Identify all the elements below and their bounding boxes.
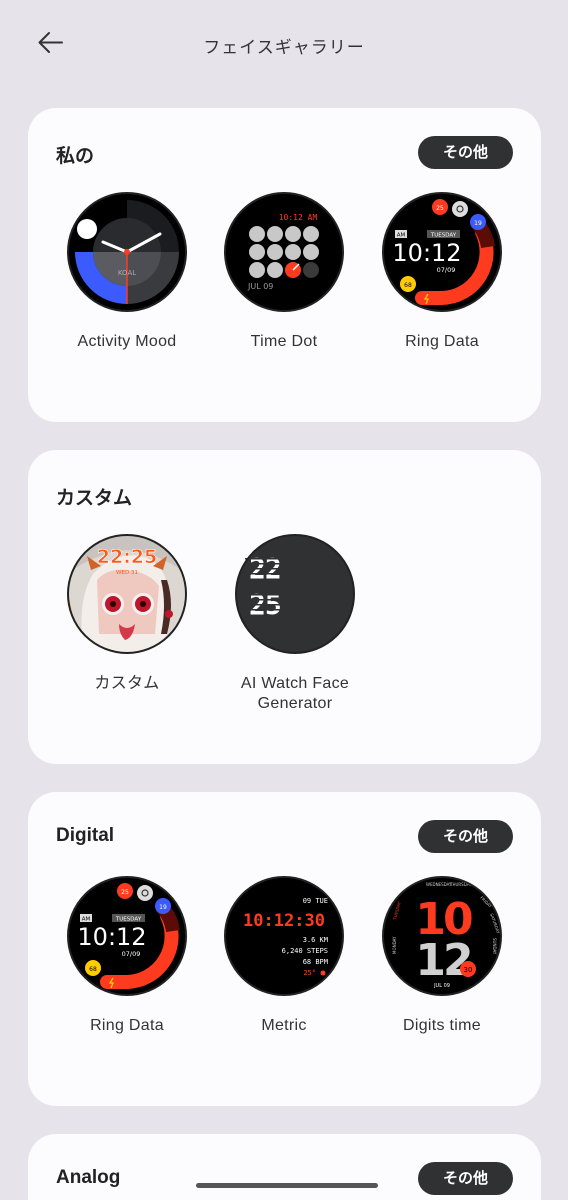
face-label: Activity Mood [77, 333, 177, 350]
watch-face-preview: 22 25 [235, 534, 355, 654]
watch-face-preview: 25 19 AM TUESDAY 10:12 07/09 68 [67, 876, 187, 996]
face-temperature: 25° [303, 969, 316, 977]
home-indicator[interactable] [196, 1183, 378, 1188]
section-title: カスタム [56, 488, 133, 509]
face-date: 07/09 [437, 266, 456, 274]
section-title: Digital [56, 825, 115, 846]
face-date: WED 31 [116, 570, 138, 576]
watch-face-activity-mood[interactable]: KOAL Activity Mood [52, 192, 202, 352]
face-label: Ring Data [405, 333, 479, 350]
face-steps: 6,240 STEPS [282, 947, 328, 955]
watch-face-preview: 25 19 AM TUESDAY 10:12 07/09 68 [382, 192, 502, 312]
face-distance: 3.6 KM [303, 936, 328, 944]
face-time: 10:12 AM [279, 213, 318, 222]
section-custom: カスタム 22:25 WED 31 カスタム 22 25 AI Watch Fa… [28, 450, 541, 764]
face-stat: 68 [89, 966, 97, 973]
watch-face-custom[interactable]: 22:25 WED 31 カスタム [52, 534, 202, 694]
face-stat: 19 [159, 904, 167, 911]
watch-face-preview: KOAL [67, 192, 187, 312]
page-title: フェイスギャラリー [203, 38, 365, 57]
face-day: TUESDAY [430, 233, 457, 239]
face-label: Ring Data [90, 1017, 164, 1034]
face-minutes: 12 [415, 935, 470, 986]
watch-face-time-dot[interactable]: 10:12 AM JUL 09 Time Dot [209, 192, 359, 352]
face-label: Digits time [403, 1017, 481, 1034]
face-label: カスタム [94, 675, 160, 692]
face-time: 10:12 [77, 923, 146, 951]
face-label-line1: AI Watch Face [240, 675, 350, 692]
watch-face-metric[interactable]: 09 TUE 10:12:30 3.6 KM 6,240 STEPS 68 BP… [209, 876, 359, 1036]
section-analog: Analog その他 [28, 1134, 541, 1200]
watch-face-ring-data[interactable]: 25 19 AM TUESDAY 10:12 07/09 68 Ring Dat… [52, 876, 202, 1036]
more-button[interactable]: その他 [418, 136, 513, 169]
watch-face-preview: 22:25 WED 31 [67, 534, 187, 654]
face-label: Metric [261, 1017, 307, 1034]
section-title: Analog [56, 1167, 121, 1188]
face-label-line2: Generator [257, 695, 333, 712]
face-day: TUESDAY [115, 917, 142, 923]
face-stat: 25 [436, 205, 444, 212]
watch-face-digits-time[interactable]: 10 12 30 JUL 09 WEDNESDAY THURSDAY TUESD… [367, 876, 517, 1036]
section-mine: 私の その他 KOAL Activity Mood 10:12 AM JUL 0… [28, 108, 541, 422]
more-button[interactable]: その他 [418, 1162, 513, 1195]
face-date: 07/09 [122, 950, 141, 958]
face-ampm: AM [397, 233, 406, 239]
face-brand-text: KOAL [118, 269, 136, 277]
face-date: JUL 09 [433, 983, 450, 989]
face-ampm: AM [82, 917, 91, 923]
section-digital: Digital その他 25 19 AM TUESDAY 10:12 07/09… [28, 792, 541, 1106]
watch-face-preview: 10:12 AM JUL 09 [224, 192, 344, 312]
watch-face-preview: 09 TUE 10:12:30 3.6 KM 6,240 STEPS 68 BP… [224, 876, 344, 996]
face-label: Time Dot [250, 333, 318, 350]
top-bar: フェイスギャラリー [0, 0, 568, 88]
face-weekday: MONDAY [392, 936, 397, 954]
watch-face-ai-generator[interactable]: 22 25 AI Watch Face Generator [220, 534, 370, 714]
face-date: JUL 09 [247, 282, 273, 291]
face-label: AI Watch Face Generator [220, 674, 370, 714]
watch-face-ring-data[interactable]: 25 19 AM TUESDAY 10:12 07/09 68 Ring Dat… [367, 192, 517, 352]
face-date: 09 TUE [303, 897, 328, 905]
face-time: 10:12 [392, 239, 461, 267]
face-stat: 30 [464, 966, 473, 974]
face-time: 22:25 [97, 546, 157, 568]
face-time: 10:12:30 [243, 911, 325, 931]
face-stat: 25 [121, 889, 129, 896]
face-stat: 68 [404, 282, 412, 289]
face-heart-rate: 68 BPM [303, 958, 328, 966]
face-stat: 19 [474, 220, 482, 227]
face-weekday: SUNDAY [492, 938, 497, 955]
more-button[interactable]: その他 [418, 820, 513, 853]
sun-icon [320, 970, 326, 976]
face-weekday: WEDNESDAY [426, 882, 452, 887]
watch-face-preview: 10 12 30 JUL 09 WEDNESDAY THURSDAY TUESD… [382, 876, 502, 996]
section-title: 私の [56, 146, 95, 167]
